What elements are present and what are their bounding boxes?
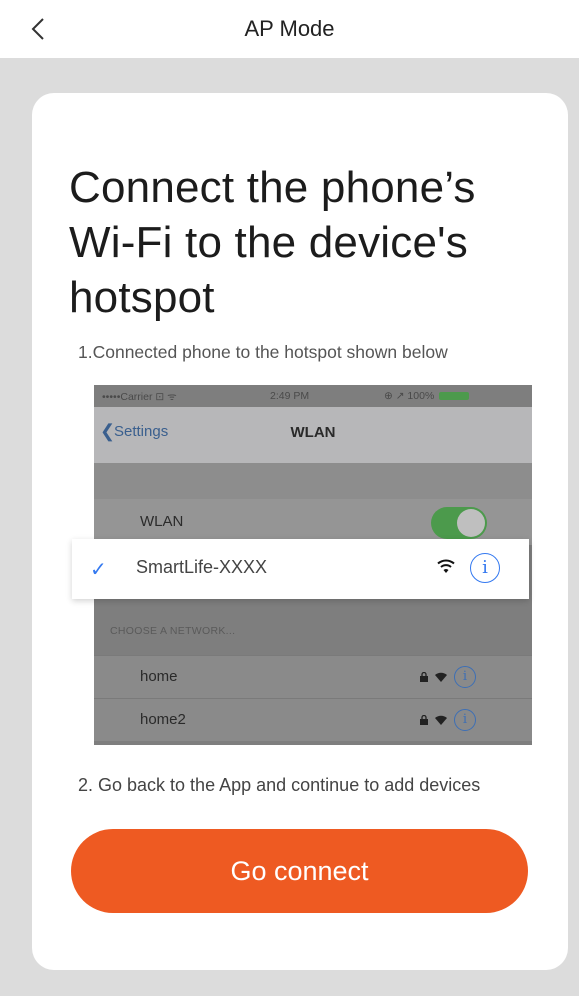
- hotspot-name: SmartLife-XXXX: [136, 557, 268, 577]
- network-icons: i: [420, 666, 476, 688]
- step-2-text: 2. Go back to the App and continue to ad…: [78, 775, 481, 795]
- network-name: home: [140, 668, 178, 685]
- network-row-home: home i: [94, 655, 532, 698]
- lock-icon: [420, 715, 428, 725]
- phone-status-bar: •••••Carrier ⊡ ᯤ 2:49 PM ⊕ ↗ 100%: [94, 385, 532, 407]
- battery-icon: [439, 392, 469, 400]
- wlan-label: WLAN: [140, 513, 184, 530]
- checkmark-icon: ✓: [90, 559, 107, 581]
- selected-hotspot-row: ✓ SmartLife-XXXX i: [72, 539, 529, 599]
- battery-label: ⊕ ↗ 100%: [384, 390, 435, 402]
- wifi-icon: [437, 559, 455, 573]
- go-connect-button[interactable]: Go connect: [71, 829, 528, 913]
- info-icon: i: [454, 666, 476, 688]
- info-icon: i: [470, 553, 500, 583]
- section-gap: [94, 463, 532, 499]
- lock-icon: [420, 672, 428, 682]
- status-time: 2:49 PM: [270, 390, 310, 402]
- phone-nav-title: WLAN: [290, 424, 336, 441]
- wifi-icon: [435, 715, 447, 725]
- phone-nav-bar: ❮ Settings WLAN: [94, 407, 532, 463]
- network-name: home2: [140, 711, 186, 728]
- info-icon: i: [454, 709, 476, 731]
- network-icons: i: [420, 709, 476, 731]
- wlan-toggle: [431, 507, 487, 539]
- network-row-home2: home2 i: [94, 698, 532, 741]
- page-title: AP Mode: [244, 16, 335, 41]
- instruction-heading: Connect the phone’s Wi-Fi to the device'…: [69, 163, 476, 322]
- choose-network-label: CHOOSE A NETWORK...: [110, 625, 236, 637]
- step-1-text: 1.Connected phone to the hotspot shown b…: [78, 342, 448, 362]
- toggle-knob: [457, 509, 485, 537]
- carrier-label: •••••Carrier ⊡ ᯤ: [102, 391, 177, 403]
- top-bar: AP Mode: [0, 0, 579, 58]
- wifi-icon: [435, 672, 447, 682]
